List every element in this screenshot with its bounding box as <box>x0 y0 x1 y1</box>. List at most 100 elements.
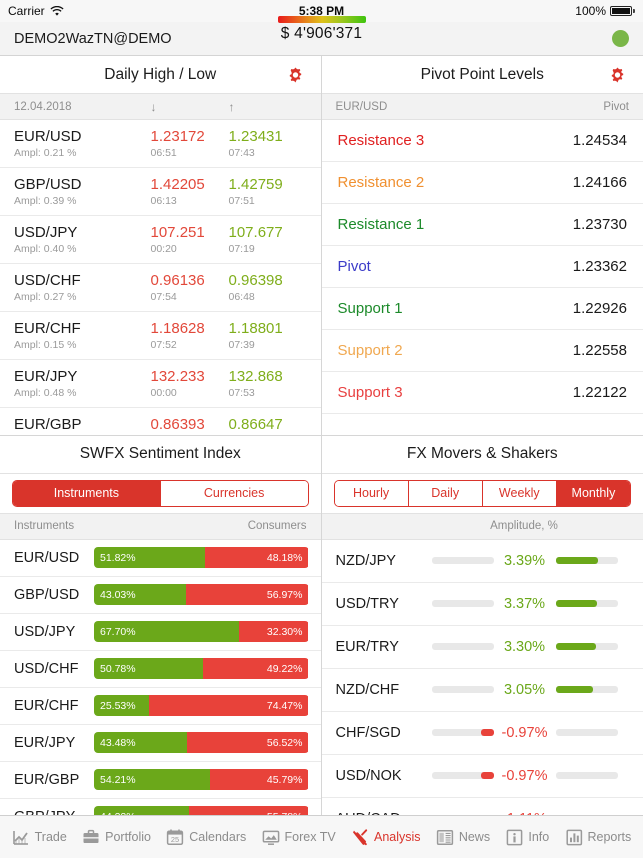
instrument-symbol: USD/TRY <box>335 595 399 612</box>
list-item[interactable]: EUR/TRY 3.30% <box>321 626 643 669</box>
low-value: 107.251 <box>150 223 205 241</box>
amplitude-value: 3.37% <box>503 595 546 612</box>
sentiment-segmented-control[interactable]: Instruments Currencies <box>12 479 309 507</box>
amplitude-value: 3.05% <box>503 681 546 698</box>
list-item[interactable]: USD/CHF 50.78% 49.22% <box>0 651 321 688</box>
high-cell: 1.23431 07:43 <box>229 128 307 159</box>
amplitude-track: 3.37% <box>431 595 630 612</box>
chart-line-icon <box>12 831 28 845</box>
segment-weekly[interactable]: Weekly <box>482 480 557 506</box>
high-value: 0.86647 <box>228 415 283 433</box>
low-column-arrow-icon[interactable]: ↓ <box>151 100 229 114</box>
instrument-cell: USD/JPY Ampl: 0.40 % <box>14 224 151 255</box>
segment-hourly[interactable]: Hourly <box>334 480 409 506</box>
sentiment-rows: EUR/USD 51.82% 48.18% GBP/USD 43.03% 56.… <box>0 540 321 816</box>
list-item[interactable]: GBP/USD 43.03% 56.97% <box>0 577 321 614</box>
low-cell: 1.23172 06:51 <box>151 128 229 159</box>
list-item[interactable]: USD/JPY 67.70% 32.30% <box>0 614 321 651</box>
segment-daily[interactable]: Daily <box>408 480 483 506</box>
tab-calendars[interactable]: 25 Calendars <box>166 828 246 846</box>
panel-title: Daily High / Low <box>104 65 217 83</box>
instrument-symbol: EUR/USD <box>14 127 82 145</box>
account-name[interactable]: DEMO2WazTN@DEMO <box>14 31 172 47</box>
amplitude-negative-track <box>431 729 494 736</box>
instrument-symbol: GBP/JPY <box>14 809 94 816</box>
list-item[interactable]: GBP/JPY 44.22% 55.78% <box>0 799 321 816</box>
list-item[interactable]: EUR/GBP 54.21% 45.79% <box>0 762 321 799</box>
tab-news[interactable]: News <box>436 828 490 846</box>
high-column-arrow-icon[interactable]: ↑ <box>229 100 307 114</box>
table-row[interactable]: Support 1 1.22926 <box>321 288 643 330</box>
table-row[interactable]: EUR/USD Ampl: 0.21 % 1.23172 06:51 1.234… <box>0 120 321 168</box>
high-time: 07:43 <box>228 147 255 160</box>
table-row[interactable]: Support 3 1.22122 <box>321 372 643 414</box>
instrument-cell: USD/CHF Ampl: 0.27 % <box>14 272 151 303</box>
connection-status-dot[interactable] <box>612 30 629 47</box>
table-row[interactable]: USD/JPY Ampl: 0.40 % 107.251 00:20 107.6… <box>0 216 321 264</box>
amplitude-track: 3.39% <box>431 553 630 569</box>
table-row[interactable]: USD/CHF Ampl: 0.27 % 0.96136 07:54 0.963… <box>0 264 321 312</box>
instrument-amplitude: Ampl: 0.39 % <box>14 195 77 208</box>
amplitude-negative-track <box>431 600 494 607</box>
sentiment-long-segment: 44.22% <box>94 806 189 815</box>
amplitude-value: -0.97% <box>501 724 548 741</box>
segment-monthly[interactable]: Monthly <box>556 480 630 506</box>
list-item[interactable]: NZD/JPY 3.39% <box>321 540 643 583</box>
sentiment-bar: 25.53% 74.47% <box>94 695 309 716</box>
tab-trade[interactable]: Trade <box>12 828 67 846</box>
tab-portfolio[interactable]: Portfolio <box>82 828 151 846</box>
tab-label: Portfolio <box>105 830 151 844</box>
tab-forex tv[interactable]: Forex TV <box>262 828 336 846</box>
pivot-level-label: Resistance 2 <box>337 174 425 191</box>
table-row[interactable]: Pivot 1.23362 <box>321 246 643 288</box>
amplitude-negative-track <box>431 772 494 779</box>
list-item[interactable]: USD/TRY 3.37% <box>321 583 643 626</box>
gear-icon[interactable] <box>608 65 627 84</box>
table-row[interactable]: EUR/JPY Ampl: 0.48 % 132.233 00:00 132.8… <box>0 360 321 408</box>
list-item[interactable]: AUD/CAD -1.11% <box>322 798 643 816</box>
sentiment-short-segment: 56.52% <box>187 732 309 753</box>
table-row[interactable]: Resistance 1 1.23730 <box>321 204 643 246</box>
table-row[interactable]: Support 2 1.22558 <box>321 330 643 372</box>
panel-title: SWFX Sentiment Index <box>79 445 241 462</box>
low-cell: 0.86393 07:12 <box>151 416 229 435</box>
tab-analysis[interactable]: Analysis <box>351 828 421 846</box>
list-item[interactable]: NZD/CHF 3.05% <box>321 669 643 712</box>
table-row[interactable]: Resistance 2 1.24166 <box>321 162 643 204</box>
list-item[interactable]: USD/NOK -0.97% <box>321 755 643 798</box>
instrument-symbol: EUR/TRY <box>335 638 399 655</box>
list-item[interactable]: CHF/SGD -0.97% <box>321 712 643 755</box>
list-item[interactable]: EUR/USD 51.82% 48.18% <box>0 540 321 577</box>
low-cell: 1.18628 07:52 <box>151 320 229 351</box>
movers-column-header: Amplitude, % <box>321 513 643 540</box>
list-item[interactable]: EUR/JPY 43.48% 56.52% <box>0 725 321 762</box>
instrument-symbol: EUR/CHF <box>14 319 81 337</box>
instrument-symbol: USD/JPY <box>14 223 78 241</box>
table-row[interactable]: EUR/GBP Ampl: 0.29 % 0.86393 07:12 0.866… <box>0 408 321 435</box>
table-row[interactable]: GBP/USD Ampl: 0.39 % 1.42205 06:13 1.427… <box>0 168 321 216</box>
list-item[interactable]: EUR/CHF 25.53% 74.47% <box>0 688 321 725</box>
tab-label: Trade <box>34 830 67 844</box>
sentiment-long-segment: 67.70% <box>94 621 240 642</box>
high-value: 0.96398 <box>228 271 283 289</box>
table-row[interactable]: Resistance 3 1.24534 <box>321 120 643 162</box>
instrument-symbol: GBP/USD <box>14 586 80 603</box>
monitor-icon <box>262 830 279 845</box>
segment-instruments[interactable]: Instruments <box>13 480 161 506</box>
gear-icon[interactable] <box>286 65 305 84</box>
pivot-level-value: 1.22558 <box>572 342 627 359</box>
tab-reports[interactable]: Reports <box>565 828 631 846</box>
high-cell: 1.18801 07:39 <box>229 320 307 351</box>
table-row[interactable]: EUR/CHF Ampl: 0.15 % 1.18628 07:52 1.188… <box>0 312 321 360</box>
newspaper-icon <box>436 830 453 845</box>
instrument-amplitude: Ampl: 0.27 % <box>14 291 77 304</box>
sentiment-segmented-wrap: Instruments Currencies <box>0 473 321 514</box>
pivot-instrument-label[interactable]: EUR/USD <box>336 101 604 113</box>
amplitude-track: -0.97% <box>431 724 630 741</box>
tab-info[interactable]: Info <box>505 828 549 846</box>
amplitude-track: -0.97% <box>431 768 630 784</box>
instrument-cell: EUR/CHF Ampl: 0.15 % <box>14 320 151 351</box>
movers-segmented-control[interactable]: Hourly Daily Weekly Monthly <box>333 479 631 507</box>
segment-currencies[interactable]: Currencies <box>160 480 308 506</box>
low-time: 06:51 <box>150 147 177 160</box>
